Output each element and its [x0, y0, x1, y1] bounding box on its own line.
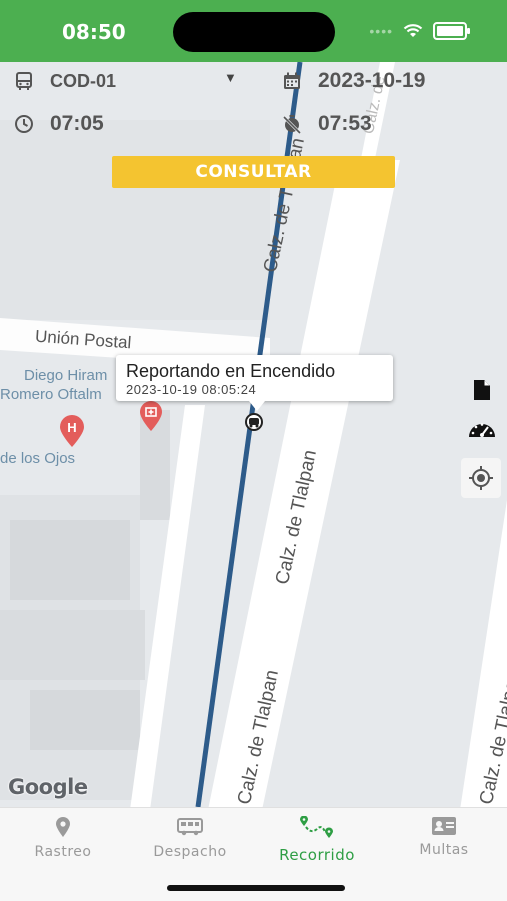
popup-timestamp: 2023-10-19 08:05:24	[126, 382, 257, 397]
map-block	[0, 610, 145, 680]
calendar-icon	[280, 69, 304, 93]
tab-label: Multas	[419, 842, 469, 858]
bus-icon	[177, 818, 203, 836]
signal-icon: ••••	[369, 23, 393, 39]
start-time-value: 07:05	[50, 112, 104, 135]
vehicle-value: COD-01	[50, 70, 117, 91]
map-pin-icon	[56, 817, 70, 837]
tab-label: Recorrido	[279, 846, 355, 864]
tab-despacho[interactable]: Despacho	[127, 808, 253, 868]
info-popup[interactable]: Reportando en Encendido 2023-10-19 08:05…	[116, 355, 393, 411]
speed-button[interactable]	[462, 409, 502, 449]
popup-title: Reportando en Encendido	[126, 361, 336, 381]
date-field[interactable]: 2023-10-19	[280, 68, 425, 94]
route-icon	[300, 816, 333, 838]
bus-icon	[12, 69, 36, 93]
status-bar: 08:50 ••••	[0, 0, 507, 62]
id-card-icon	[432, 817, 456, 835]
map-block	[10, 520, 130, 600]
map-block	[30, 690, 140, 750]
clock-icon	[12, 112, 36, 136]
status-time: 08:50	[62, 20, 126, 44]
chevron-down-icon: ▼	[224, 70, 237, 85]
svg-text:H: H	[67, 420, 76, 435]
tab-label: Despacho	[153, 844, 227, 860]
tab-label: Rastreo	[34, 844, 92, 860]
timer-off-icon	[280, 112, 304, 136]
poi-label: Diego Hiram	[24, 367, 108, 384]
google-logo: Google	[8, 775, 88, 799]
document-icon	[474, 380, 490, 400]
speedometer-icon	[469, 423, 495, 437]
battery-icon	[433, 22, 470, 40]
wifi-icon	[403, 24, 423, 37]
tab-rastreo[interactable]: Rastreo	[0, 808, 126, 868]
start-time-field[interactable]: 07:05	[12, 110, 104, 138]
end-time-field[interactable]: 07:53	[280, 110, 372, 138]
hospital-pin-icon[interactable]	[138, 400, 164, 432]
report-button[interactable]	[462, 370, 502, 410]
consultar-button[interactable]: CONSULTAR	[112, 156, 395, 188]
tab-multas[interactable]: Multas	[381, 808, 507, 868]
hospital-pin-icon[interactable]: H	[58, 414, 86, 448]
status-icons: ••••	[369, 22, 470, 40]
location-target-icon	[469, 466, 493, 490]
poi-label: de los Ojos	[0, 450, 76, 467]
vehicle-selector[interactable]: COD-01 ▼	[12, 68, 240, 94]
poi-label: Romero Oftalm	[0, 386, 102, 403]
map-block	[0, 120, 270, 320]
home-indicator	[167, 885, 345, 891]
tab-recorrido[interactable]: Recorrido	[254, 808, 380, 868]
my-location-button[interactable]	[461, 458, 501, 498]
vehicle-marker-icon[interactable]	[244, 412, 264, 432]
end-time-value: 07:53	[318, 112, 372, 135]
date-value: 2023-10-19	[318, 69, 426, 92]
dynamic-island	[173, 12, 335, 52]
